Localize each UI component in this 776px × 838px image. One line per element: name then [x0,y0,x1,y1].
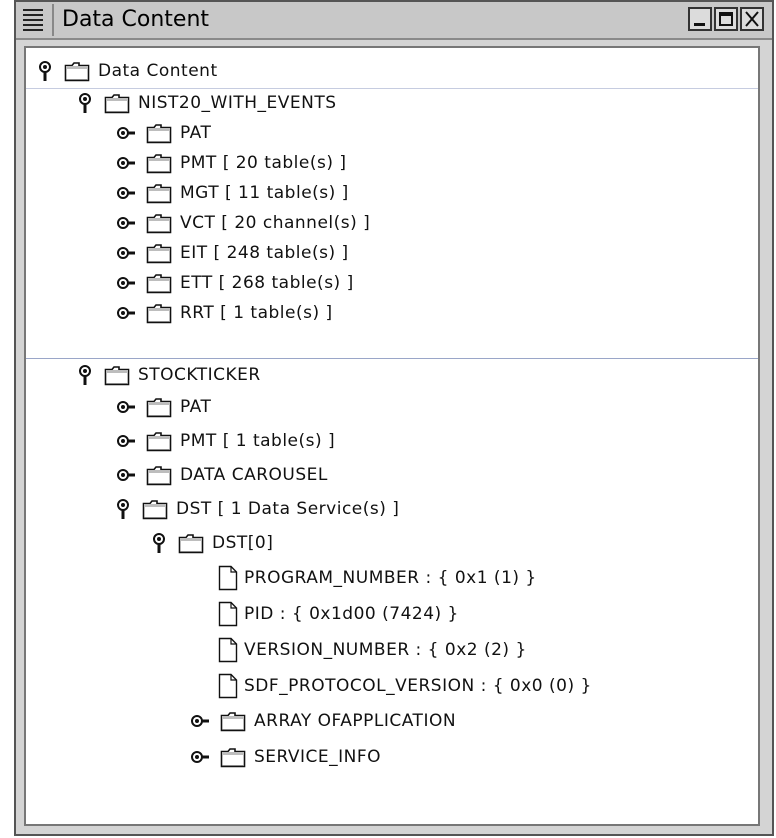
folder-icon [146,212,172,234]
tree-node-dst0[interactable]: DST[0] [152,528,273,558]
title-separator [52,4,54,36]
folder-icon [220,710,246,732]
collapsed-node-icon[interactable] [116,430,136,452]
folder-icon [146,182,172,204]
folder-icon [146,464,172,486]
window-title: Data Content [62,7,210,32]
expanded-node-icon[interactable] [78,364,94,386]
tree-node-label: VCT [ 20 channel(s) ] [180,213,371,233]
data-content-tree[interactable]: Data Content NIST20_WITH_EVENTS PAT PMT … [24,46,760,826]
expanded-node-icon[interactable] [116,498,132,520]
maximize-icon [719,12,733,26]
tree-node-label: ETT [ 268 table(s) ] [180,273,354,293]
tree-node-label: DST [ 1 Data Service(s) ] [176,499,400,519]
tree-node-label: PMT [ 1 table(s) ] [180,431,336,451]
tree-leaf-pid[interactable]: PID : { 0x1d00 (7424) } [218,596,459,632]
folder-icon [146,122,172,144]
tree-node-array-of-application[interactable]: ARRAY OFAPPLICATION [190,706,456,736]
tree-node-stockticker[interactable]: STOCKTICKER [78,360,261,390]
maximize-button[interactable] [714,7,738,31]
tree-node-label: PMT [ 20 table(s) ] [180,153,347,173]
tree-node-label: DATA CAROUSEL [180,465,328,485]
collapsed-node-icon[interactable] [116,182,136,204]
folder-icon [146,302,172,324]
tree-node-mgt[interactable]: MGT [ 11 table(s) ] [116,178,349,208]
collapsed-node-icon[interactable] [116,396,136,418]
collapsed-node-icon[interactable] [116,272,136,294]
document-icon [218,601,238,627]
document-icon [218,565,238,591]
tree-leaf-label: VERSION_NUMBER : { 0x2 (2) } [244,640,527,660]
folder-icon [146,396,172,418]
separator [26,358,758,359]
tree-node-vct[interactable]: VCT [ 20 channel(s) ] [116,208,370,238]
folder-icon [146,242,172,264]
tree-node-pat[interactable]: PAT [116,118,211,148]
collapsed-node-icon[interactable] [116,464,136,486]
tree-node-rrt[interactable]: RRT [ 1 table(s) ] [116,298,333,328]
tree-node-pmt[interactable]: PMT [ 1 table(s) ] [116,426,335,456]
tree-node-service-info[interactable]: SERVICE_INFO [190,742,381,772]
folder-icon [220,746,246,768]
tree-node-label: PAT [180,397,212,417]
folder-icon [142,498,168,520]
document-icon [218,637,238,663]
collapsed-node-icon[interactable] [116,122,136,144]
tree-node-label: DST[0] [212,533,274,553]
tree-node-label: SERVICE_INFO [254,747,382,767]
folder-icon [146,272,172,294]
collapsed-node-icon[interactable] [116,242,136,264]
tree-leaf-version-number[interactable]: VERSION_NUMBER : { 0x2 (2) } [218,632,527,668]
tree-leaf-label: PROGRAM_NUMBER : { 0x1 (1) } [244,568,537,588]
tree-node-pmt[interactable]: PMT [ 20 table(s) ] [116,148,347,178]
tree-node-eit[interactable]: EIT [ 248 table(s) ] [116,238,349,268]
collapsed-node-icon[interactable] [116,152,136,174]
document-icon [218,673,238,699]
tree-leaf-sdf-protocol-version[interactable]: SDF_PROTOCOL_VERSION : { 0x0 (0) } [218,668,592,704]
collapsed-node-icon[interactable] [190,746,210,768]
tree-node-label: NIST20_WITH_EVENTS [138,93,337,113]
tree-node-nist20-with-events[interactable]: NIST20_WITH_EVENTS [78,88,337,118]
collapsed-node-icon[interactable] [116,212,136,234]
tree-node-label: PAT [180,123,212,143]
minimize-button[interactable] [688,7,712,31]
tree-node-root[interactable]: Data Content [38,56,218,86]
data-content-window: Data Content Data Content NIST20_WITH_EV… [14,0,774,836]
tree-node-dst[interactable]: DST [ 1 Data Service(s) ] [116,494,399,524]
tree-node-label: ARRAY OFAPPLICATION [254,711,457,731]
expanded-node-icon[interactable] [78,92,94,114]
folder-icon [146,430,172,452]
tree-leaf-label: PID : { 0x1d00 (7424) } [244,604,459,624]
close-icon [745,11,759,27]
title-bar[interactable]: Data Content [16,2,772,40]
tree-node-data-carousel[interactable]: DATA CAROUSEL [116,460,328,490]
folder-icon [178,532,204,554]
close-button[interactable] [740,7,764,31]
collapsed-node-icon[interactable] [190,710,210,732]
folder-icon [146,152,172,174]
expanded-node-icon[interactable] [38,60,54,82]
minimize-icon [694,23,705,26]
folder-icon [104,364,130,386]
expanded-node-icon[interactable] [152,532,168,554]
tree-node-label: EIT [ 248 table(s) ] [180,243,349,263]
tree-node-label: STOCKTICKER [138,365,261,385]
tree-node-label: Data Content [98,61,218,81]
folder-icon [64,60,90,82]
collapsed-node-icon[interactable] [116,302,136,324]
tree-leaf-label: SDF_PROTOCOL_VERSION : { 0x0 (0) } [244,676,592,696]
tree-node-ett[interactable]: ETT [ 268 table(s) ] [116,268,354,298]
folder-icon [104,92,130,114]
tree-node-label: MGT [ 11 table(s) ] [180,183,349,203]
system-menu-icon[interactable] [20,6,46,32]
tree-node-label: RRT [ 1 table(s) ] [180,303,333,323]
tree-node-pat[interactable]: PAT [116,392,211,422]
tree-leaf-program-number[interactable]: PROGRAM_NUMBER : { 0x1 (1) } [218,560,537,596]
